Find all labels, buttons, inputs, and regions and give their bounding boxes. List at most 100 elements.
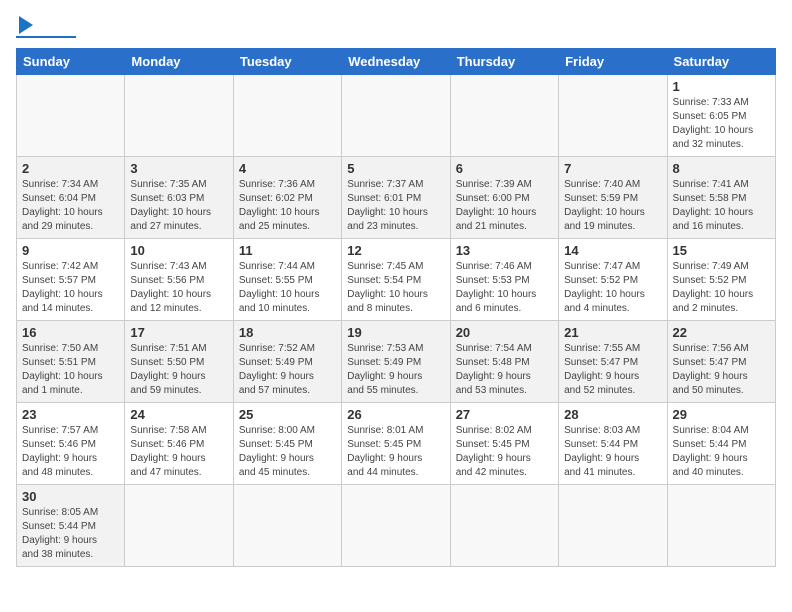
calendar-cell [17,75,125,157]
calendar-cell: 11 Sunrise: 7:44 AM Sunset: 5:55 PM Dayli… [233,239,341,321]
calendar-cell [342,485,450,567]
calendar-cell: 13Sunrise: 7:46 AM Sunset: 5:53 PM Dayli… [450,239,558,321]
day-info: Sunrise: 7:33 AM Sunset: 6:05 PM Dayligh… [673,96,770,152]
calendar-cell: 17 Sunrise: 7:51 AM Sunset: 5:50 PM Dayli… [125,321,233,403]
day-info: Sunrise: 7:43 AM Sunset: 5:56 PM Dayligh… [130,260,227,316]
day-number: 17 [130,325,227,340]
calendar-cell: 28 Sunrise: 8:03 AM Sunset: 5:44 PM Dayli… [559,403,667,485]
day-number: 6 [456,161,553,176]
day-info: Sunrise: 7:54 AM Sunset: 5:48 PM Dayligh… [456,342,553,398]
calendar-cell: 14Sunrise: 7:47 AM Sunset: 5:52 PM Dayli… [559,239,667,321]
day-info: Sunrise: 7:58 AM Sunset: 5:46 PM Dayligh… [130,424,227,480]
day-info: Sunrise: 7:53 AM Sunset: 5:49 PM Dayligh… [347,342,444,398]
calendar-cell: 22 Sunrise: 7:56 AM Sunset: 5:47 PM Dayli… [667,321,775,403]
calendar-cell [233,75,341,157]
calendar-cell: 9 Sunrise: 7:42 AM Sunset: 5:57 PM Daylig… [17,239,125,321]
day-number: 9 [22,243,119,258]
calendar-cell: 15 Sunrise: 7:49 AM Sunset: 5:52 PM Dayli… [667,239,775,321]
day-info: Sunrise: 7:36 AM Sunset: 6:02 PM Dayligh… [239,178,336,234]
day-number: 28 [564,407,661,422]
calendar-cell: 2Sunrise: 7:34 AM Sunset: 6:04 PM Daylig… [17,157,125,239]
calendar-cell: 7 Sunrise: 7:40 AM Sunset: 5:59 PM Daylig… [559,157,667,239]
day-info: Sunrise: 7:57 AM Sunset: 5:46 PM Dayligh… [22,424,119,480]
calendar-cell: 29 Sunrise: 8:04 AM Sunset: 5:44 PM Dayli… [667,403,775,485]
calendar-cell: 16 Sunrise: 7:50 AM Sunset: 5:51 PM Dayli… [17,321,125,403]
calendar-cell [125,75,233,157]
calendar-table: SundayMondayTuesdayWednesdayThursdayFrid… [16,48,776,567]
day-number: 30 [22,489,119,504]
day-number: 20 [456,325,553,340]
day-number: 18 [239,325,336,340]
day-info: Sunrise: 7:35 AM Sunset: 6:03 PM Dayligh… [130,178,227,234]
calendar-cell: 21Sunrise: 7:55 AM Sunset: 5:47 PM Dayli… [559,321,667,403]
day-info: Sunrise: 7:41 AM Sunset: 5:58 PM Dayligh… [673,178,770,234]
calendar-cell: 25 Sunrise: 8:00 AM Sunset: 5:45 PM Dayli… [233,403,341,485]
page-header [16,16,776,38]
calendar-cell: 19 Sunrise: 7:53 AM Sunset: 5:49 PM Dayli… [342,321,450,403]
day-number: 4 [239,161,336,176]
calendar-week-row: 9 Sunrise: 7:42 AM Sunset: 5:57 PM Daylig… [17,239,776,321]
day-info: Sunrise: 8:01 AM Sunset: 5:45 PM Dayligh… [347,424,444,480]
day-info: Sunrise: 7:44 AM Sunset: 5:55 PM Dayligh… [239,260,336,316]
calendar-cell: 26 Sunrise: 8:01 AM Sunset: 5:45 PM Dayli… [342,403,450,485]
calendar-header-row: SundayMondayTuesdayWednesdayThursdayFrid… [17,49,776,75]
day-number: 3 [130,161,227,176]
calendar-cell [559,75,667,157]
calendar-week-row: 16 Sunrise: 7:50 AM Sunset: 5:51 PM Dayli… [17,321,776,403]
day-number: 26 [347,407,444,422]
day-info: Sunrise: 7:52 AM Sunset: 5:49 PM Dayligh… [239,342,336,398]
calendar-cell: 3 Sunrise: 7:35 AM Sunset: 6:03 PM Daylig… [125,157,233,239]
day-number: 7 [564,161,661,176]
calendar-cell: 23 Sunrise: 7:57 AM Sunset: 5:46 PM Dayli… [17,403,125,485]
column-header-saturday: Saturday [667,49,775,75]
calendar-cell: 4 Sunrise: 7:36 AM Sunset: 6:02 PM Daylig… [233,157,341,239]
day-info: Sunrise: 8:02 AM Sunset: 5:45 PM Dayligh… [456,424,553,480]
calendar-cell: 20 Sunrise: 7:54 AM Sunset: 5:48 PM Dayli… [450,321,558,403]
calendar-week-row: 30 Sunrise: 8:05 AM Sunset: 5:44 PM Dayli… [17,485,776,567]
calendar-cell: 5Sunrise: 7:37 AM Sunset: 6:01 PM Daylig… [342,157,450,239]
calendar-cell: 10 Sunrise: 7:43 AM Sunset: 5:56 PM Dayli… [125,239,233,321]
column-header-tuesday: Tuesday [233,49,341,75]
day-info: Sunrise: 8:03 AM Sunset: 5:44 PM Dayligh… [564,424,661,480]
calendar-week-row: 1 Sunrise: 7:33 AM Sunset: 6:05 PM Daylig… [17,75,776,157]
column-header-sunday: Sunday [17,49,125,75]
calendar-cell [450,75,558,157]
day-number: 19 [347,325,444,340]
day-info: Sunrise: 8:04 AM Sunset: 5:44 PM Dayligh… [673,424,770,480]
day-number: 2 [22,161,119,176]
calendar-cell [450,485,558,567]
day-number: 12 [347,243,444,258]
day-info: Sunrise: 8:05 AM Sunset: 5:44 PM Dayligh… [22,506,119,562]
day-info: Sunrise: 7:50 AM Sunset: 5:51 PM Dayligh… [22,342,119,398]
day-info: Sunrise: 7:46 AM Sunset: 5:53 PM Dayligh… [456,260,553,316]
calendar-cell: 6Sunrise: 7:39 AM Sunset: 6:00 PM Daylig… [450,157,558,239]
day-number: 10 [130,243,227,258]
calendar-week-row: 2Sunrise: 7:34 AM Sunset: 6:04 PM Daylig… [17,157,776,239]
day-info: Sunrise: 7:42 AM Sunset: 5:57 PM Dayligh… [22,260,119,316]
day-number: 11 [239,243,336,258]
day-info: Sunrise: 7:40 AM Sunset: 5:59 PM Dayligh… [564,178,661,234]
day-info: Sunrise: 8:00 AM Sunset: 5:45 PM Dayligh… [239,424,336,480]
day-number: 23 [22,407,119,422]
calendar-cell: 12Sunrise: 7:45 AM Sunset: 5:54 PM Dayli… [342,239,450,321]
day-number: 21 [564,325,661,340]
calendar-cell: 8Sunrise: 7:41 AM Sunset: 5:58 PM Daylig… [667,157,775,239]
day-number: 25 [239,407,336,422]
day-number: 22 [673,325,770,340]
calendar-cell [559,485,667,567]
day-info: Sunrise: 7:56 AM Sunset: 5:47 PM Dayligh… [673,342,770,398]
day-number: 15 [673,243,770,258]
column-header-thursday: Thursday [450,49,558,75]
column-header-wednesday: Wednesday [342,49,450,75]
day-info: Sunrise: 7:49 AM Sunset: 5:52 PM Dayligh… [673,260,770,316]
day-number: 29 [673,407,770,422]
calendar-cell: 27Sunrise: 8:02 AM Sunset: 5:45 PM Dayli… [450,403,558,485]
day-number: 16 [22,325,119,340]
calendar-cell: 24Sunrise: 7:58 AM Sunset: 5:46 PM Dayli… [125,403,233,485]
logo-triangle-icon [19,16,33,34]
day-info: Sunrise: 7:37 AM Sunset: 6:01 PM Dayligh… [347,178,444,234]
day-info: Sunrise: 7:51 AM Sunset: 5:50 PM Dayligh… [130,342,227,398]
day-number: 1 [673,79,770,94]
calendar-cell [342,75,450,157]
day-number: 14 [564,243,661,258]
